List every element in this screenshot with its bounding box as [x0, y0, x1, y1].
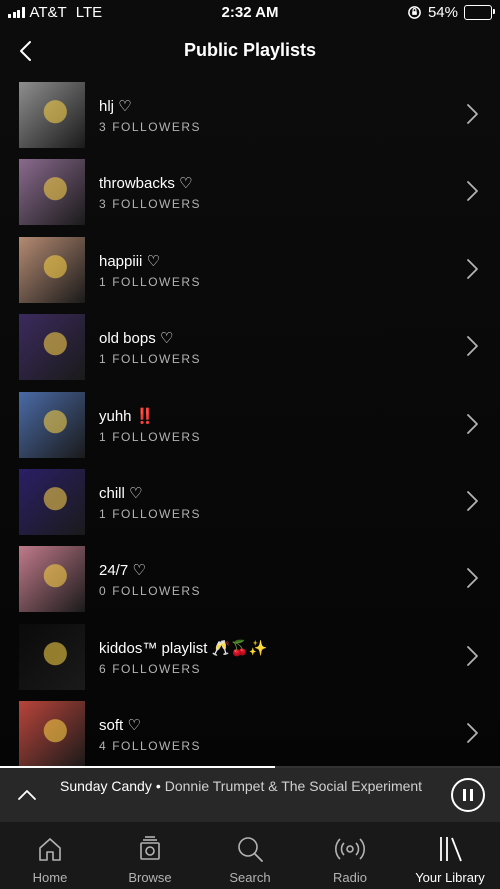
home-icon [39, 838, 61, 861]
search-icon [238, 837, 263, 862]
playlist-cover [19, 236, 85, 303]
library-icon [440, 837, 462, 862]
now-playing-text[interactable]: Sunday Candy • Donnie Trumpet & The Social… [60, 778, 435, 794]
chevron-right-icon [467, 491, 478, 511]
tab-radio[interactable]: Radio [300, 822, 400, 889]
playlist-row[interactable]: hlj ♡ 3 FOLLOWERS [0, 80, 500, 157]
follower-count: 6 FOLLOWERS [99, 661, 202, 676]
track-artist: Donnie Trumpet & The Social Experiment [164, 778, 423, 794]
nav-header: Public Playlists [0, 26, 500, 76]
playlist-row[interactable]: chill ♡ 1 FOLLOWERS [0, 467, 500, 544]
playlist-row[interactable]: happiii ♡ 1 FOLLOWERS [0, 235, 500, 312]
tab-home[interactable]: Home [0, 822, 100, 889]
playlist-row[interactable]: kiddos™ playlist 🥂🍒✨ 6 FOLLOWERS [0, 622, 500, 699]
follower-count: 1 FOLLOWERS [99, 352, 202, 367]
tab-your-library[interactable]: Your Library [400, 822, 500, 889]
tab-bar: Home Browse Search Radio Your Library [0, 822, 500, 889]
follower-count: 1 FOLLOWERS [99, 507, 202, 521]
chevron-right-icon [467, 413, 478, 434]
playlist-row[interactable]: 24/7 ♡ 0 FOLLOWERS [0, 544, 500, 621]
tab-label: Home [32, 870, 68, 885]
chevron-right-icon [467, 336, 478, 357]
now-playing-bar[interactable]: Sunday Candy • Donnie Trumpet & The Social… [0, 768, 500, 822]
playlist-cover [19, 314, 85, 381]
orientation-lock-icon [408, 6, 421, 19]
playlist-name: chill ♡ [99, 485, 143, 502]
tab-label: Search [229, 870, 271, 885]
follower-count: 0 FOLLOWERS [99, 584, 202, 599]
playlist-cover [19, 623, 85, 690]
tab-label: Radio [333, 870, 367, 885]
chevron-right-icon [467, 258, 478, 279]
playlist-name: yuhh ‼️ [99, 407, 155, 425]
playlist-cover [19, 701, 85, 766]
tab-label: Your Library [415, 870, 485, 885]
page-title: Public Playlists [183, 40, 317, 60]
tab-search[interactable]: Search [200, 822, 300, 889]
playlist-cover [19, 469, 85, 535]
playlist-row[interactable]: old bops ♡ 1 FOLLOWERS [0, 312, 500, 389]
playlist-cover [19, 546, 85, 613]
follower-count: 1 FOLLOWERS [99, 429, 202, 444]
tab-label: Browse [128, 870, 172, 885]
chevron-right-icon [467, 568, 478, 589]
playlist-row[interactable]: soft ♡ 4 FOLLOWERS [0, 699, 500, 766]
playlist-name: 24/7 ♡ [99, 562, 146, 580]
radio-icon [335, 838, 365, 860]
playlist-name: soft ♡ [99, 717, 141, 735]
playlist-list[interactable]: hlj ♡ 3 FOLLOWERS throwbacks ♡ 3 FOLLOWERS hap… [0, 76, 500, 766]
status-bar: AT&T LTE 2:32 AM 54% [0, 0, 500, 26]
playlist-row[interactable]: yuhh ‼️ 1 FOLLOWERS [0, 390, 500, 467]
pause-button[interactable] [451, 778, 485, 812]
chevron-up-icon[interactable] [16, 784, 38, 806]
chevron-right-icon [467, 645, 478, 666]
playlist-name: old bops ♡ [99, 330, 174, 348]
playlist-row[interactable]: throwbacks ♡ 3 FOLLOWERS [0, 157, 500, 234]
chevron-right-icon [467, 723, 478, 744]
playlist-cover [19, 391, 85, 458]
battery-percent: 54% [427, 4, 458, 21]
playlist-name: throwbacks ♡ [99, 175, 193, 193]
follower-count: 4 FOLLOWERS [99, 739, 202, 754]
browse-icon [140, 836, 160, 860]
follower-count: 3 FOLLOWERS [99, 120, 202, 134]
track-title: Sunday Candy [60, 778, 152, 794]
playlist-cover [19, 159, 85, 226]
playlist-name: kiddos™ playlist 🥂🍒✨ [99, 639, 268, 657]
chevron-right-icon [467, 104, 478, 124]
tab-browse[interactable]: Browse [100, 822, 200, 889]
playlist-name: happiii ♡ [99, 252, 160, 270]
follower-count: 1 FOLLOWERS [99, 274, 202, 289]
follower-count: 3 FOLLOWERS [99, 197, 202, 212]
chevron-right-icon [467, 181, 478, 202]
battery-icon [464, 5, 495, 20]
playlist-name: hlj ♡ [99, 98, 132, 115]
playlist-cover [19, 82, 85, 148]
